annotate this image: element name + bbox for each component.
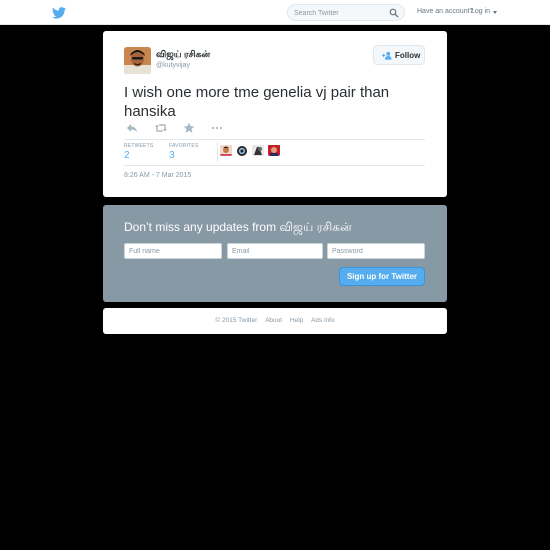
favorites-label[interactable]: FAVORITES: [169, 143, 199, 149]
copyright-text: © 2015 Twitter: [215, 317, 258, 324]
reply-icon[interactable]: [126, 122, 138, 134]
divider: [124, 165, 425, 166]
avatar[interactable]: [124, 47, 151, 74]
avatar-image: [124, 47, 151, 74]
favorites-count[interactable]: 3: [169, 150, 175, 161]
chevron-down-icon[interactable]: [493, 11, 497, 14]
footer-link-help[interactable]: Help: [290, 317, 303, 324]
footer-card: © 2015 Twitter About Help Ads info: [103, 308, 447, 334]
tweet-text: I wish one more tme genelia vj pair than…: [124, 84, 390, 120]
fullname-field[interactable]: [124, 243, 222, 259]
retweet-icon[interactable]: [155, 122, 167, 134]
tweet-timestamp[interactable]: 8:26 AM - 7 Mar 2015: [124, 172, 191, 179]
follow-label: Follow: [395, 51, 421, 60]
footer-links: © 2015 Twitter About Help Ads info: [103, 317, 447, 324]
footer-link-ads-info[interactable]: Ads info: [311, 317, 335, 324]
email-field[interactable]: [227, 243, 323, 259]
account-prompt: Have an account?: [417, 8, 474, 15]
follow-button[interactable]: Follow: [373, 45, 425, 65]
add-user-icon: [382, 51, 392, 60]
author-name[interactable]: விஜய் ரசிகன்: [156, 49, 210, 61]
favorite-icon[interactable]: [183, 122, 195, 134]
signup-button[interactable]: Sign up for Twitter: [339, 267, 425, 286]
top-navigation-bar: Have an account? Log in: [0, 0, 550, 25]
tweet-card: விஜய் ரசிகன் @kutyvijay Follow I wish on…: [103, 31, 447, 197]
avatar[interactable]: [252, 144, 264, 156]
login-link[interactable]: Log in: [471, 8, 490, 15]
signup-card: Don’t miss any updates from விஜய் ரசிகன்…: [103, 205, 447, 302]
search-box[interactable]: [287, 4, 405, 21]
avatar[interactable]: [268, 144, 280, 156]
avatar[interactable]: [236, 144, 248, 156]
retweets-label[interactable]: RETWEETS: [124, 143, 153, 149]
more-icon[interactable]: [211, 122, 223, 134]
twitter-bird-icon[interactable]: [52, 7, 66, 19]
divider: [217, 142, 218, 162]
signup-title: Don’t miss any updates from விஜய் ரசிகன்: [124, 220, 352, 234]
divider: [124, 139, 425, 140]
search-input[interactable]: [294, 8, 384, 18]
retweets-count[interactable]: 2: [124, 150, 130, 161]
password-field[interactable]: [327, 243, 425, 259]
search-icon[interactable]: [389, 8, 399, 18]
author-handle[interactable]: @kutyvijay: [156, 62, 190, 69]
avatar[interactable]: [220, 144, 232, 156]
footer-link-about[interactable]: About: [265, 317, 282, 324]
